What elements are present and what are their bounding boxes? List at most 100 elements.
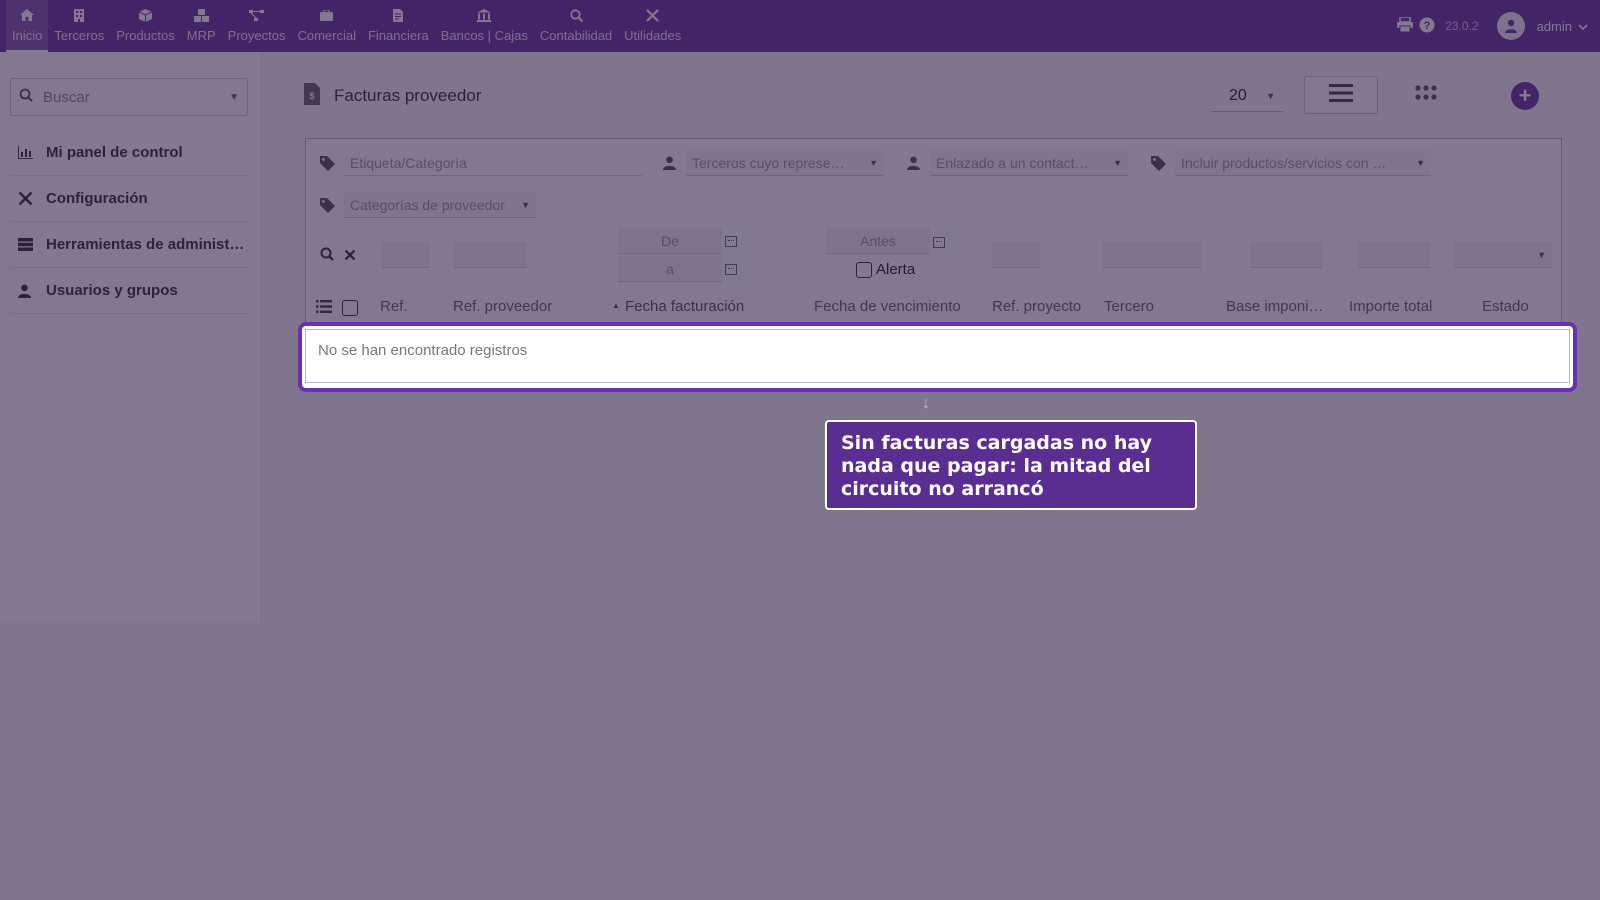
select-all-checkbox[interactable] — [342, 300, 358, 316]
search-icon[interactable] — [320, 247, 334, 266]
menu-terceros-label: Terceros — [54, 28, 105, 43]
plus-icon: + — [1518, 83, 1532, 108]
list-options-icon[interactable] — [316, 300, 332, 318]
menu-proyectos[interactable]: Proyectos — [222, 0, 292, 52]
sidebar-search-input[interactable]: Buscar ▼ — [10, 78, 248, 116]
menu-mrp-label: MRP — [186, 28, 216, 43]
caret-down-icon: ▼ — [1537, 249, 1546, 260]
date-from-input[interactable]: De — [618, 228, 722, 254]
user-icon — [658, 156, 680, 170]
menu-bancos[interactable]: Bancos | Cajas — [435, 0, 534, 52]
caret-down-icon: ▼ — [1113, 157, 1122, 168]
chevron-down-icon[interactable] — [1578, 19, 1588, 34]
menu-contabilidad[interactable]: Contabilidad — [534, 0, 618, 52]
menu-mrp[interactable]: MRP — [181, 0, 222, 52]
menu-bancos-label: Bancos | Cajas — [440, 28, 528, 43]
sort-asc-icon: ▲ — [612, 301, 620, 310]
sidebar-item-label: Mi panel de control — [46, 144, 183, 161]
column-project-ref[interactable]: Ref. proyecto — [992, 298, 1081, 315]
supplier-categories-select[interactable]: Categorías de proveedor ▼ — [344, 192, 536, 218]
column-invoice-date[interactable]: Fecha facturación — [625, 298, 744, 315]
column-tax-base[interactable]: Base imponi… — [1226, 298, 1324, 315]
sales-rep-select[interactable]: Terceros cuyo represe… ▼ — [686, 150, 884, 176]
new-invoice-button[interactable]: + — [1511, 82, 1539, 110]
due-before-input[interactable]: Antes — [826, 228, 930, 254]
linked-contact-select[interactable]: Enlazado a un contact… ▼ — [930, 150, 1128, 176]
project-diagram-icon — [249, 0, 265, 30]
include-products-select[interactable]: Incluir productos/servicios con … ▼ — [1175, 150, 1431, 176]
column-ref[interactable]: Ref. — [380, 298, 408, 315]
column-supplier-ref[interactable]: Ref. proveedor — [453, 298, 552, 315]
filter-total-input[interactable] — [1358, 242, 1430, 268]
print-icon[interactable] — [1397, 16, 1414, 35]
top-right-tools: ? 23.0.2 admin — [1397, 0, 1588, 52]
page-title: Facturas proveedor — [334, 86, 482, 105]
avatar[interactable] — [1496, 12, 1525, 40]
alert-filter: Alerta — [856, 261, 915, 278]
list-view-button[interactable] — [1304, 76, 1378, 114]
filter-tag-category: Etiqueta/Categoría — [316, 150, 642, 176]
sidebar-search-placeholder: Buscar — [43, 88, 90, 106]
column-due-date[interactable]: Fecha de vencimiento — [814, 298, 961, 315]
menu-comercial[interactable]: Comercial — [291, 0, 362, 52]
filter-tax-base-input[interactable] — [1251, 242, 1323, 268]
menu-inicio[interactable]: Inicio — [6, 0, 49, 52]
filter-supplier-ref-input[interactable] — [453, 242, 527, 268]
menu-financiera[interactable]: Financiera — [362, 0, 435, 52]
column-total[interactable]: Importe total — [1349, 298, 1432, 315]
calendar-icon[interactable] — [933, 237, 945, 248]
building-icon — [74, 0, 85, 30]
menu-contabilidad-label: Contabilidad — [539, 28, 613, 43]
caret-down-icon: ▼ — [521, 199, 530, 210]
date-to-input[interactable]: a — [618, 256, 722, 282]
page-limit-value: 20 — [1229, 86, 1247, 104]
sidebar-item-herramientas[interactable]: Herramientas de administ… — [10, 222, 248, 268]
menu-financiera-label: Financiera — [367, 28, 429, 43]
tag-category-input[interactable]: Etiqueta/Categoría — [344, 150, 642, 176]
filter-status-select[interactable]: ▼ — [1454, 242, 1552, 268]
filter-include-products: Incluir productos/servicios con … ▼ — [1147, 150, 1431, 176]
svg-text:$: $ — [309, 91, 314, 101]
caret-down-icon[interactable]: ▼ — [229, 92, 239, 103]
menu-terceros[interactable]: Terceros — [48, 0, 110, 52]
filter-project-ref-input[interactable] — [992, 242, 1040, 268]
bank-icon — [477, 0, 492, 30]
date-from-placeholder: De — [661, 232, 679, 249]
user-name[interactable]: admin — [1537, 19, 1572, 34]
file-invoice-icon — [393, 0, 404, 30]
menu-productos[interactable]: Productos — [110, 0, 181, 52]
page-limit-select[interactable]: 20 ▼ — [1211, 80, 1283, 112]
alert-label: Alerta — [876, 261, 916, 278]
caret-down-icon: ▼ — [1416, 157, 1425, 168]
briefcase-icon — [320, 0, 334, 30]
sidebar-item-configuracion[interactable]: Configuración — [10, 176, 248, 222]
column-thirdparty[interactable]: Tercero — [1104, 298, 1154, 315]
sidebar-item-label: Herramientas de administ… — [46, 236, 245, 253]
user-icon — [18, 284, 36, 298]
version-label: 23.0.2 — [1445, 19, 1479, 33]
alert-checkbox[interactable] — [856, 261, 872, 278]
tag-icon — [1147, 155, 1169, 171]
filter-thirdparty-input[interactable] — [1103, 242, 1201, 268]
filter-ref-input[interactable] — [381, 242, 429, 268]
page-header: $ Facturas proveedor — [304, 80, 481, 112]
clear-filters-icon[interactable] — [344, 248, 356, 266]
filter-linked-contact: Enlazado a un contact… ▼ — [902, 150, 1128, 176]
grid-icon — [1415, 84, 1437, 106]
sidebar-item-usuarios[interactable]: Usuarios y grupos — [10, 268, 248, 314]
help-icon[interactable]: ? — [1419, 17, 1435, 36]
kanban-view-button[interactable] — [1409, 78, 1443, 112]
column-status[interactable]: Estado — [1482, 298, 1529, 315]
user-icon — [902, 156, 924, 170]
due-before-placeholder: Antes — [860, 232, 896, 249]
home-icon — [20, 0, 35, 30]
calendar-icon[interactable] — [725, 236, 737, 247]
calendar-icon[interactable] — [725, 264, 737, 275]
menu-productos-label: Productos — [116, 28, 175, 43]
callout-arrow: ↓ — [922, 395, 930, 412]
sidebar-item-dashboard[interactable]: Mi panel de control — [10, 130, 248, 176]
include-products-placeholder: Incluir productos/servicios con … — [1181, 154, 1387, 171]
menu-utilidades[interactable]: Utilidades — [618, 0, 687, 52]
sidebar-item-label: Configuración — [46, 190, 148, 207]
tag-icon — [316, 197, 338, 213]
